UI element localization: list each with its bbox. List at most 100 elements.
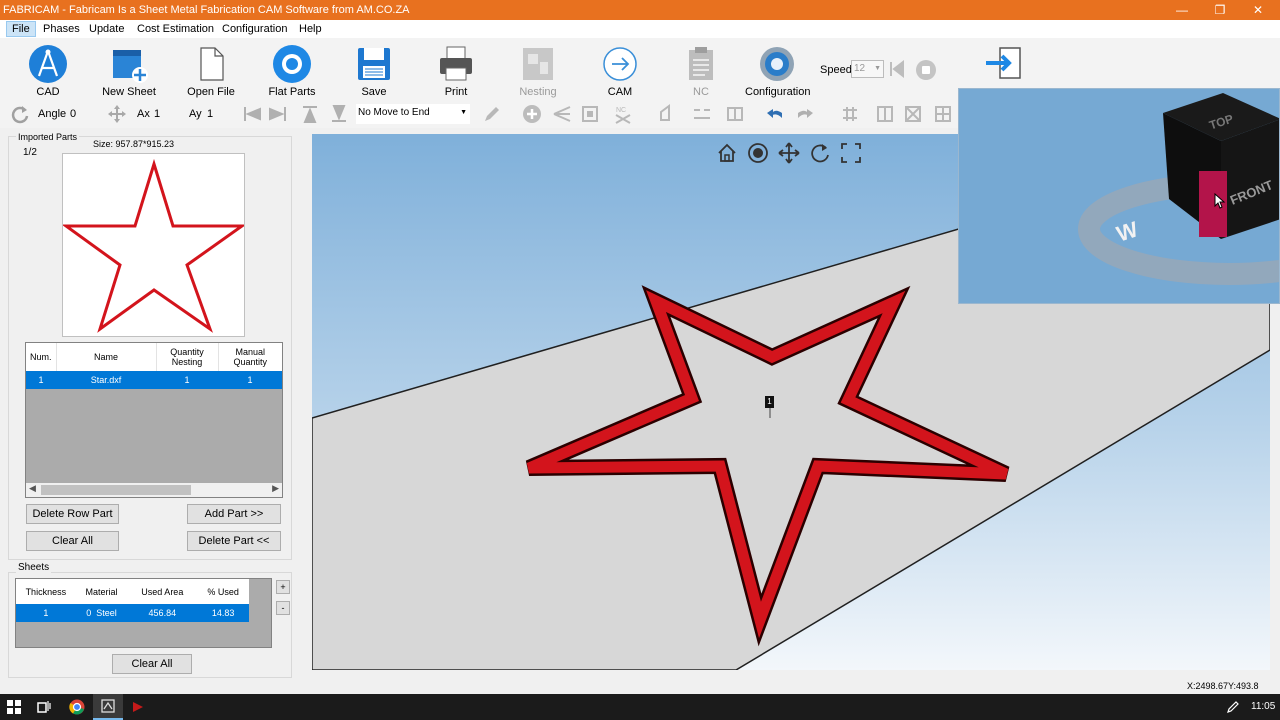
arrow-right-icon xyxy=(603,47,637,81)
fullscreen-icon[interactable] xyxy=(840,142,862,164)
row-pct-used: 14.83 xyxy=(211,608,235,618)
ay-label: Ay xyxy=(189,108,202,120)
corner-icon[interactable] xyxy=(657,104,677,124)
table-row[interactable]: 1 Star.dxf 1 1 xyxy=(26,371,282,389)
mirror-icon[interactable] xyxy=(875,104,895,124)
view-cube-panel[interactable]: TOP FRONT W xyxy=(958,88,1280,304)
pan-icon[interactable] xyxy=(778,142,800,164)
sheet-remove-button[interactable]: - xyxy=(276,601,290,615)
clear-all-parts-button[interactable]: Clear All xyxy=(26,531,119,551)
scroll-left-icon[interactable]: ◀ xyxy=(29,483,36,494)
ay-input[interactable]: 1 xyxy=(207,104,235,124)
row-qty-nesting: 1 xyxy=(184,375,190,385)
pencil-icon[interactable] xyxy=(482,104,502,124)
add-circle-icon[interactable] xyxy=(522,104,542,124)
lead-in-icon[interactable] xyxy=(552,104,572,124)
delete-part-button[interactable]: Delete Part << xyxy=(187,531,281,551)
cursor-icon xyxy=(1214,193,1226,209)
cad-button[interactable]: CAD xyxy=(16,42,80,98)
undo-icon[interactable] xyxy=(765,104,785,124)
part-number-label: 1 xyxy=(767,397,772,406)
col-num: Num. xyxy=(26,343,57,371)
col-material: Material xyxy=(85,586,118,597)
arrow-left-end-icon[interactable] xyxy=(242,104,262,124)
menu-file[interactable]: File xyxy=(6,21,36,37)
col-qty-nesting: Quantity Nesting xyxy=(156,343,219,371)
clipboard-icon xyxy=(689,47,713,80)
arrow-right-end-icon[interactable] xyxy=(268,104,288,124)
sheet-add-button[interactable]: + xyxy=(276,580,290,594)
printer-icon xyxy=(440,46,472,81)
save-label: Save xyxy=(361,86,387,98)
close-icon[interactable]: ✕ xyxy=(1238,0,1278,20)
title-bar: FABRICAM - Fabricam Is a Sheet Metal Fab… xyxy=(0,0,1280,20)
flat-parts-label: Flat Parts xyxy=(268,86,316,98)
clear-all-sheets-button[interactable]: Clear All xyxy=(112,654,192,674)
speed-select[interactable]: 12 ▼ xyxy=(851,60,884,78)
delete-row-part-button[interactable]: Delete Row Part xyxy=(26,504,119,524)
sheets-label: Sheets xyxy=(16,562,52,573)
pen-tray-icon[interactable] xyxy=(1226,700,1240,714)
table-row[interactable]: 1 0 Steel 456.84 14.83 xyxy=(16,604,249,622)
add-part-button[interactable]: Add Part >> xyxy=(187,504,281,524)
menu-update[interactable]: Update xyxy=(84,21,129,37)
flat-parts-icon xyxy=(273,45,311,83)
menu-cost-estimation[interactable]: Cost Estimation xyxy=(132,21,219,37)
move-to-end-select[interactable]: No Move to End ▼ xyxy=(356,104,470,124)
taskbar-fabricam-app[interactable] xyxy=(93,694,123,720)
parts-table: Num. Name Quantity Nesting Manual Quanti… xyxy=(25,342,283,498)
cam-button[interactable]: CAM xyxy=(588,42,652,98)
grid-icon[interactable] xyxy=(933,104,953,124)
redo-icon[interactable] xyxy=(795,104,815,124)
transform-toolbar: Angle 0 Ax 1 Ay 1 No Move to End ▼ NC xyxy=(0,100,960,128)
windows-start-icon[interactable] xyxy=(7,700,21,714)
nesting-label: Nesting xyxy=(519,86,557,98)
menu-help[interactable]: Help xyxy=(294,21,327,37)
flat-parts-button[interactable]: Flat Parts xyxy=(260,42,324,98)
scroll-right-icon[interactable]: ▶ xyxy=(272,483,279,494)
ax-label: Ax xyxy=(137,108,150,120)
stop-icon[interactable] xyxy=(915,59,937,81)
scroll-thumb[interactable] xyxy=(41,485,191,495)
task-view-icon[interactable] xyxy=(37,700,51,714)
part-size: Size: 957.87*915.23 xyxy=(93,139,175,149)
arrow-up-end-icon[interactable] xyxy=(300,104,320,124)
row-manual-qty: 1 xyxy=(247,375,253,385)
menu-configuration[interactable]: Configuration xyxy=(217,21,292,37)
rotate-icon[interactable] xyxy=(10,104,30,124)
skip-back-icon[interactable] xyxy=(887,59,907,79)
open-file-button[interactable]: Open File xyxy=(179,42,243,98)
restore-icon[interactable]: ❐ xyxy=(1200,0,1240,20)
recorder-icon[interactable] xyxy=(131,700,145,714)
file-icon xyxy=(200,47,224,81)
orbit-icon[interactable] xyxy=(747,142,769,164)
rotate-view-icon[interactable] xyxy=(809,142,831,164)
home-icon[interactable] xyxy=(716,142,738,164)
cad-label: CAD xyxy=(36,86,60,98)
horizontal-scrollbar[interactable]: ◀ ▶ xyxy=(26,483,282,497)
print-button[interactable]: Print xyxy=(424,42,488,98)
save-button[interactable]: Save xyxy=(342,42,406,98)
col-pct-used: % Used xyxy=(207,586,239,597)
col-name: Name xyxy=(56,343,157,371)
floppy-disk-icon xyxy=(358,48,390,80)
nesting-button[interactable]: Nesting xyxy=(506,42,570,98)
nc-cross-icon[interactable]: NC xyxy=(613,104,633,124)
minimize-icon[interactable]: — xyxy=(1162,0,1202,20)
ax-input[interactable]: 1 xyxy=(154,104,182,124)
micro-joint-icon[interactable] xyxy=(692,104,712,124)
angle-input[interactable]: 0 xyxy=(70,104,100,124)
move-icon[interactable] xyxy=(107,104,127,124)
bridge-icon[interactable] xyxy=(580,104,600,124)
chrome-icon[interactable] xyxy=(69,699,85,715)
delete-x-icon[interactable] xyxy=(903,104,923,124)
arrow-down-end-icon[interactable] xyxy=(329,104,349,124)
menu-phases[interactable]: Phases xyxy=(38,21,85,37)
common-cut-icon[interactable] xyxy=(725,104,745,124)
chevron-down-icon: ▼ xyxy=(460,109,467,116)
exit-icon[interactable] xyxy=(984,46,1024,82)
new-sheet-button[interactable]: New Sheet xyxy=(97,42,161,98)
configuration-button[interactable]: Configuration xyxy=(745,42,810,98)
nc-button[interactable]: NC xyxy=(669,42,733,98)
align-icon[interactable] xyxy=(840,104,860,124)
